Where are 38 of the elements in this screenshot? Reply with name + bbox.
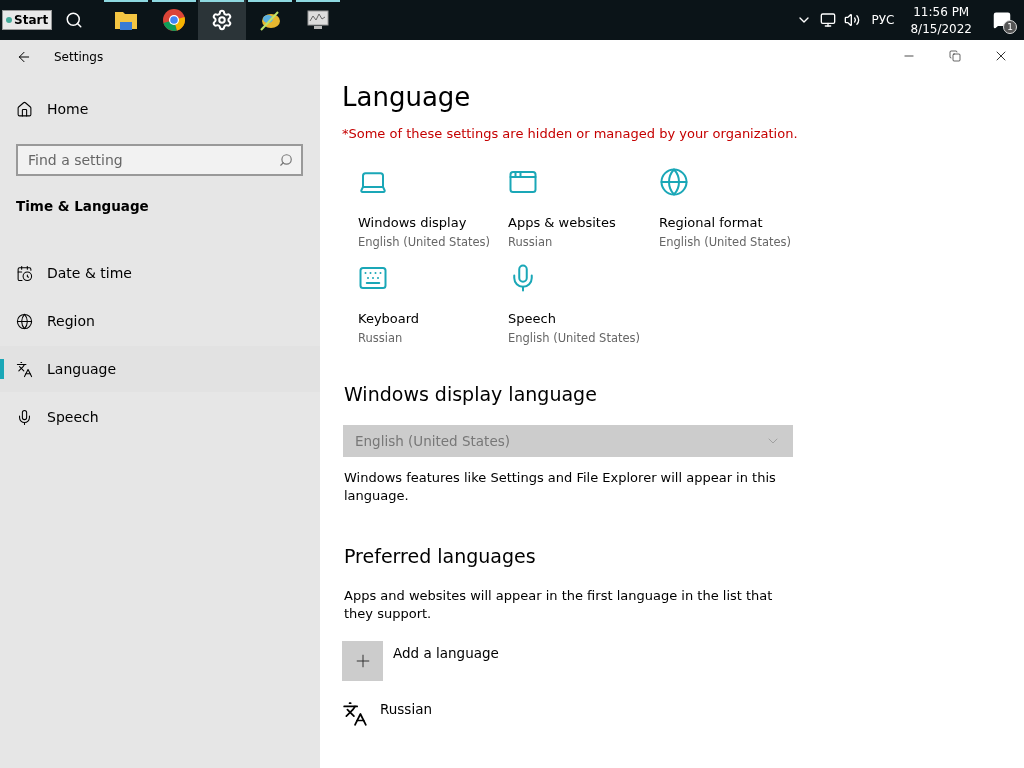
microphone-icon bbox=[16, 408, 33, 426]
language-name[interactable]: Russian bbox=[380, 701, 432, 727]
calendar-icon bbox=[16, 264, 33, 282]
add-language-label[interactable]: Add a language bbox=[393, 645, 499, 661]
folder-icon bbox=[114, 9, 139, 31]
monitor-icon bbox=[306, 8, 331, 32]
browser-icon bbox=[162, 8, 187, 32]
taskbar-app[interactable] bbox=[198, 0, 247, 40]
description: Windows features like Settings and File Explorer will appear in this language. bbox=[344, 469, 777, 505]
clock-time[interactable]: 11:56 PM bbox=[913, 4, 970, 19]
section-heading: Preferred languages bbox=[344, 545, 537, 567]
language-tile[interactable]: Windows display English (United States) bbox=[358, 167, 508, 249]
description: Apps and websites will appear in the first language in the list that they support. bbox=[344, 587, 774, 623]
globe-icon bbox=[659, 167, 689, 197]
language-tile[interactable]: Speech English (United States) bbox=[508, 263, 659, 345]
search-field[interactable]: Find a setting bbox=[16, 144, 303, 176]
start-button[interactable]: Start bbox=[2, 10, 53, 30]
home-icon bbox=[16, 100, 33, 118]
restore-icon bbox=[949, 50, 961, 62]
policy-notice: *Some of these settings are hidden or managed by your organization. bbox=[342, 126, 799, 141]
language-tile[interactable]: Apps & websites Russian bbox=[508, 167, 659, 249]
language-icon bbox=[342, 701, 368, 727]
language-tile[interactable]: Regional format English (United States) bbox=[659, 167, 819, 249]
language-icon bbox=[16, 360, 33, 378]
notification-count: 1 bbox=[1003, 20, 1017, 34]
clock-date[interactable]: 8/15/2022 bbox=[910, 21, 972, 36]
search-icon bbox=[65, 11, 84, 29]
section-heading: Windows display language bbox=[344, 383, 598, 405]
search-input[interactable]: Find a setting bbox=[26, 151, 279, 169]
page-title: Language bbox=[342, 82, 472, 112]
search-icon bbox=[279, 153, 293, 167]
globe-icon bbox=[16, 312, 33, 330]
input-language[interactable]: РУС bbox=[863, 13, 903, 27]
language-tile[interactable]: Keyboard Russian bbox=[358, 263, 508, 345]
section-heading: Time & Language bbox=[15, 197, 150, 216]
window-title: Settings bbox=[54, 50, 104, 64]
nav-item[interactable]: Language bbox=[0, 346, 320, 392]
gear-icon bbox=[211, 9, 234, 31]
